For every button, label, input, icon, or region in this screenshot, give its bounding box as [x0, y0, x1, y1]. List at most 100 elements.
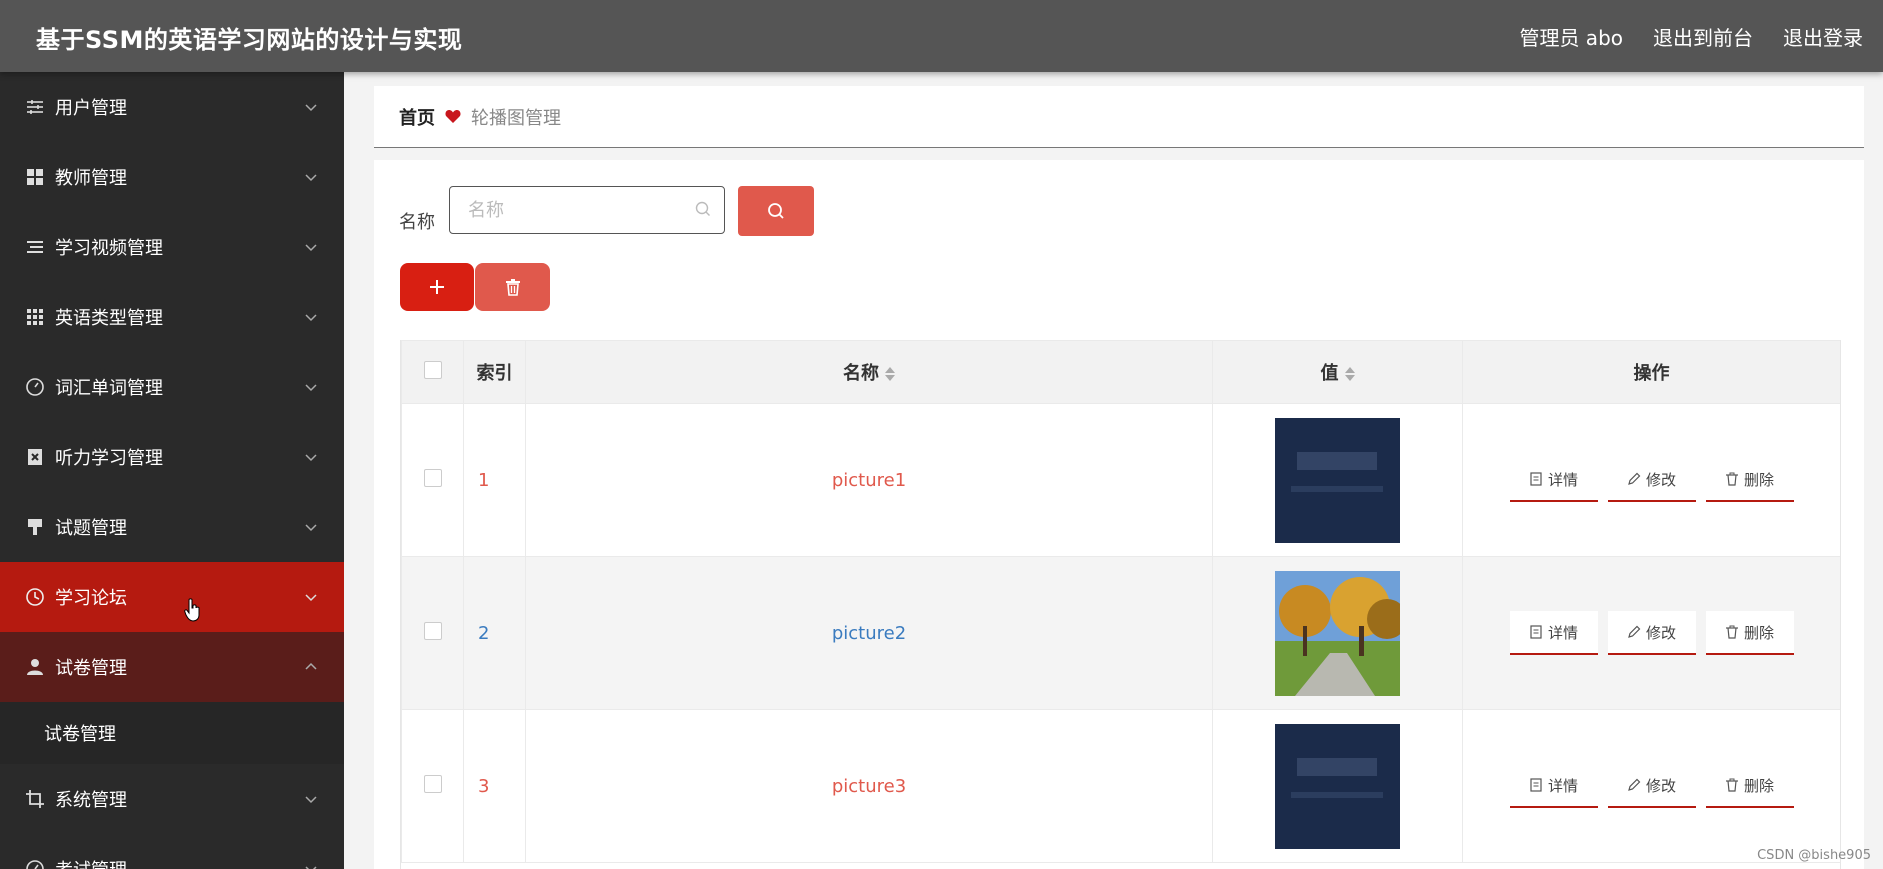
sidebar: 用户管理 教师管理 学习视频管理 英语类型管理 词汇单词管理 听力学习管理 试题… — [0, 72, 344, 869]
sidebar-item-user-management[interactable]: 用户管理 — [0, 72, 344, 142]
sidebar-item-system-management[interactable]: 系统管理 — [0, 764, 344, 834]
chevron-down-icon — [304, 98, 318, 119]
sidebar-item-label: 考试管理 — [55, 856, 127, 869]
search-icon — [695, 201, 711, 221]
detail-label: 详情 — [1547, 470, 1578, 489]
header-value[interactable]: 值 — [1212, 340, 1463, 404]
table-row: 1 picture1 详情 修改 删除 — [401, 403, 1840, 557]
breadcrumb-home[interactable]: 首页 — [399, 104, 435, 130]
edit-label: 修改 — [1645, 776, 1676, 795]
search-button[interactable] — [738, 186, 814, 236]
sidebar-item-teacher-management[interactable]: 教师管理 — [0, 142, 344, 212]
logout-link[interactable]: 退出登录 — [1783, 22, 1863, 51]
document-icon — [1530, 625, 1542, 639]
breadcrumb: 首页 轮播图管理 — [374, 86, 1864, 148]
sidebar-item-video-management[interactable]: 学习视频管理 — [0, 212, 344, 282]
sidebar-item-exam-paper-management[interactable]: 试卷管理 — [0, 632, 344, 702]
row-checkbox[interactable] — [423, 468, 442, 487]
top-header: 基于SSM的英语学习网站的设计与实现 管理员 abo 退出到前台 退出登录 — [0, 0, 1883, 72]
edit-button[interactable]: 修改 — [1607, 458, 1696, 502]
pencil-icon — [1628, 778, 1641, 791]
sidebar-item-label: 英语类型管理 — [55, 308, 163, 329]
chevron-down-icon — [304, 238, 318, 259]
campus-thumbnail[interactable] — [1275, 570, 1400, 696]
apps-icon — [24, 306, 46, 328]
sidebar-item-forum[interactable]: 学习论坛 — [0, 562, 344, 632]
banner-thumbnail[interactable] — [1275, 723, 1400, 849]
select-all-checkbox[interactable] — [423, 360, 442, 379]
search-input[interactable] — [449, 186, 725, 234]
table-row: 3 picture3 详情 修改 删除 — [401, 709, 1840, 863]
delete-label: 删除 — [1743, 623, 1774, 642]
sidebar-item-label: 学习视频管理 — [55, 238, 163, 259]
row-actions: 详情 修改 删除 — [1462, 556, 1840, 710]
header-actions: 操作 — [1462, 340, 1840, 404]
header-links: 管理员 abo 退出到前台 退出登录 — [1519, 22, 1863, 51]
row-value-cell — [1212, 556, 1463, 710]
sidebar-item-english-type-management[interactable]: 英语类型管理 — [0, 282, 344, 352]
delete-label: 删除 — [1743, 776, 1774, 795]
banner-thumbnail[interactable] — [1275, 417, 1400, 543]
chevron-down-icon — [304, 790, 318, 811]
grid-icon — [24, 166, 46, 188]
search-icon — [768, 203, 784, 219]
row-index: 1 — [463, 403, 526, 557]
delete-button[interactable]: 删除 — [1705, 611, 1794, 655]
chevron-down-icon — [304, 860, 318, 869]
document-icon — [1530, 778, 1542, 792]
trash-icon — [1725, 625, 1738, 639]
sidebar-item-listening-management[interactable]: 听力学习管理 — [0, 422, 344, 492]
header-index: 索引 — [463, 340, 526, 404]
table-header-row: 索引 名称 值 操作 — [401, 340, 1840, 404]
search-label: 名称 — [399, 212, 435, 233]
sidebar-item-label: 用户管理 — [55, 98, 127, 119]
table-row: 2 picture2 详情 修改 删除 — [401, 556, 1840, 710]
pencil-icon — [1628, 625, 1641, 638]
sidebar-item-label: 试卷管理 — [55, 658, 127, 679]
gauge-icon — [24, 376, 46, 398]
admin-user-link[interactable]: 管理员 abo — [1519, 22, 1623, 51]
detail-button[interactable]: 详情 — [1509, 611, 1598, 655]
crop-icon — [24, 788, 46, 810]
chevron-down-icon — [304, 378, 318, 399]
data-table: 索引 名称 值 操作 1 picture1 详情 修改 删除 2 picture… — [400, 340, 1841, 869]
header-name[interactable]: 名称 — [525, 340, 1213, 404]
content-panel: 名称 索引 名称 值 — [374, 160, 1864, 869]
edit-label: 修改 — [1645, 470, 1676, 489]
delete-button[interactable]: 删除 — [1705, 764, 1794, 808]
row-checkbox[interactable] — [423, 774, 442, 793]
edit-button[interactable]: 修改 — [1607, 611, 1696, 655]
sort-icon[interactable] — [885, 367, 895, 381]
sliders-icon — [24, 96, 46, 118]
detail-label: 详情 — [1547, 776, 1578, 795]
row-actions: 详情 修改 删除 — [1462, 709, 1840, 863]
sidebar-item-vocabulary-management[interactable]: 词汇单词管理 — [0, 352, 344, 422]
clock-icon — [24, 586, 46, 608]
row-name: picture2 — [525, 556, 1213, 710]
row-actions: 详情 修改 删除 — [1462, 403, 1840, 557]
chevron-down-icon — [304, 308, 318, 329]
csdn-watermark: CSDN @bishe905 — [1757, 848, 1871, 863]
edit-label: 修改 — [1645, 623, 1676, 642]
delete-button[interactable]: 删除 — [1705, 458, 1794, 502]
submenu-item-exam-paper[interactable]: 试卷管理 — [0, 702, 344, 764]
exit-to-front-link[interactable]: 退出到前台 — [1653, 22, 1753, 51]
list-icon — [24, 236, 46, 258]
batch-delete-button[interactable] — [475, 263, 550, 311]
detail-button[interactable]: 详情 — [1509, 458, 1598, 502]
row-checkbox[interactable] — [423, 621, 442, 640]
detail-label: 详情 — [1547, 623, 1578, 642]
trash-icon — [1725, 778, 1738, 792]
detail-button[interactable]: 详情 — [1509, 764, 1598, 808]
add-button[interactable] — [400, 263, 474, 311]
user-icon — [24, 656, 46, 678]
sidebar-item-exam-management[interactable]: 考试管理 — [0, 834, 344, 869]
sidebar-item-label: 系统管理 — [55, 790, 127, 811]
row-value-cell — [1212, 709, 1463, 863]
sidebar-item-question-management[interactable]: 试题管理 — [0, 492, 344, 562]
brush-icon — [24, 516, 46, 538]
sort-icon[interactable] — [1344, 367, 1355, 381]
clipboard-x-icon — [24, 446, 46, 468]
edit-button[interactable]: 修改 — [1607, 764, 1696, 808]
chevron-down-icon — [304, 448, 318, 469]
